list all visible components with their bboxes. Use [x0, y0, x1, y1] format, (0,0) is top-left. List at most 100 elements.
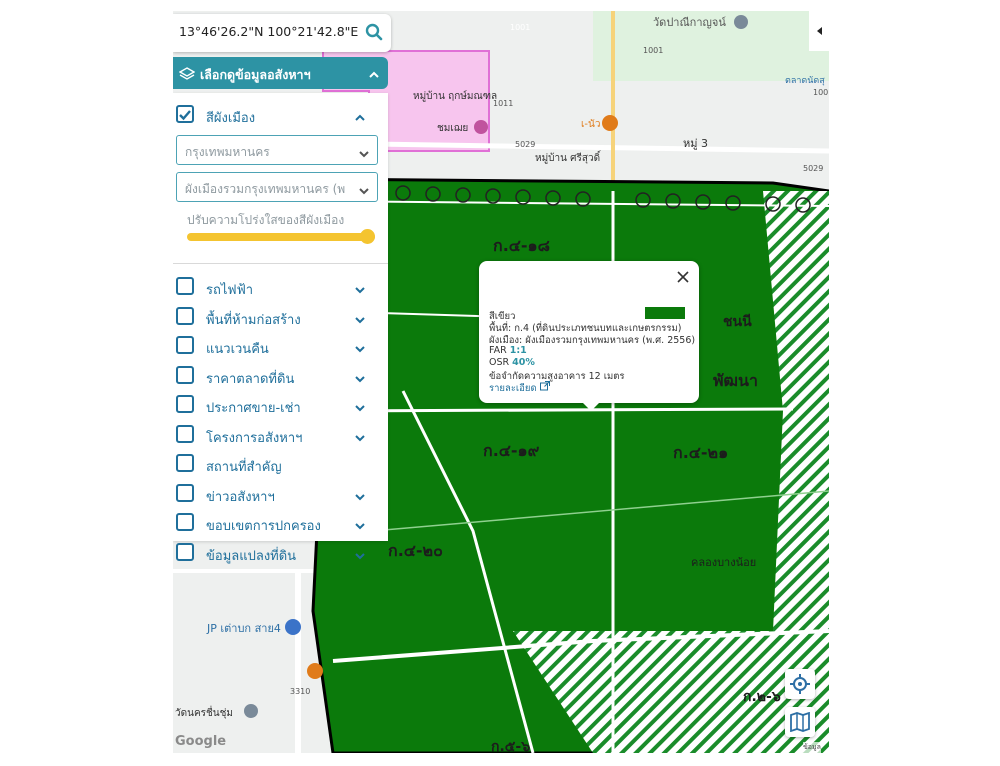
- close-icon[interactable]: [677, 271, 689, 286]
- restaurant-pin-icon[interactable]: [307, 663, 323, 679]
- chevron-down-icon[interactable]: [354, 281, 366, 300]
- map-label-road-name: พัฒนา: [713, 371, 758, 390]
- zone-info-popup: สีเขียว พื้นที่: ก.4 (ที่ดินประเภทชนบทแล…: [479, 261, 699, 411]
- external-link-icon: [539, 381, 550, 391]
- layer-row[interactable]: ราคาตลาดที่ดิน: [176, 365, 376, 389]
- chevron-down-icon: [358, 145, 370, 164]
- chevron-down-icon[interactable]: [354, 547, 366, 566]
- layer-label: ขอบเขตการปกครอง: [206, 519, 321, 534]
- map-label-road: 5029: [803, 164, 823, 173]
- map-label-road: 1001: [813, 88, 829, 97]
- layers-icon: [178, 66, 196, 85]
- layer-label: แนวเวนคืน: [206, 342, 269, 357]
- opacity-slider[interactable]: [187, 229, 375, 244]
- layer-panel-body: สีผังเมือง กรุงเทพมหานคร ผังเมืองรวมกรุง…: [173, 93, 388, 564]
- opacity-slider-handle[interactable]: [360, 229, 375, 244]
- details-link[interactable]: รายละเอียด: [489, 381, 550, 396]
- plan-select-value: ผังเมืองรวมกรุงเทพมหานคร (พ: [185, 182, 346, 196]
- layer-label: รถไฟฟ้า: [206, 283, 254, 298]
- layer-row[interactable]: พื้นที่ห้ามก่อสร้าง: [176, 306, 376, 330]
- layer-label: ประกาศขาย-เช่า: [206, 401, 301, 416]
- map-label-road: 1001: [643, 46, 663, 55]
- layer-checkbox[interactable]: [176, 513, 194, 531]
- map-attribution[interactable]: ข้อมูล: [803, 742, 821, 753]
- layer-label: ราคาตลาดที่ดิน: [206, 371, 295, 387]
- chevron-down-icon[interactable]: [354, 517, 366, 536]
- basemap-button[interactable]: [785, 707, 815, 737]
- collapse-panel-button[interactable]: [809, 11, 829, 51]
- caret-left-icon: [817, 27, 822, 35]
- map-label-moo3: หมู่ 3: [683, 137, 708, 150]
- panel-divider: [173, 263, 388, 264]
- chevron-up-icon[interactable]: [354, 109, 366, 128]
- chevron-down-icon[interactable]: [354, 311, 366, 330]
- layer-label: โครงการอสังหาฯ: [206, 430, 303, 446]
- zone-label: ก.๔-๒๑: [673, 443, 728, 462]
- color-plan-checkbox[interactable]: [176, 105, 194, 123]
- chevron-down-icon[interactable]: [354, 429, 366, 448]
- map-viewport[interactable]: วัดปาณีกาญจน์ 1001 1001 1001 1011 5029 5…: [173, 11, 829, 753]
- plan-select[interactable]: ผังเมืองรวมกรุงเทพมหานคร (พ: [176, 172, 378, 202]
- layer-row[interactable]: รถไฟฟ้า: [176, 277, 376, 299]
- layer-row[interactable]: ข่าวอสังหาฯ: [176, 483, 376, 507]
- map-label-road: 5029: [515, 140, 535, 149]
- opacity-label: ปรับความโปร่งใสของสีผังเมือง: [187, 213, 345, 227]
- chevron-down-icon[interactable]: [354, 399, 366, 418]
- map-label-khlong: คลองบางน้อย: [691, 556, 756, 569]
- layer-checkbox[interactable]: [176, 424, 194, 443]
- map-label-village: หมู่บ้าน ศรีสุวดิ์: [535, 150, 602, 164]
- zone-label: ก.๔-๒๐: [388, 541, 443, 560]
- zone-label: ก.๔-๑๘: [493, 236, 550, 255]
- chevron-down-icon[interactable]: [354, 340, 366, 359]
- layer-row[interactable]: ประกาศขาย-เช่า: [176, 395, 376, 417]
- map-label-shop: เ-นัว: [581, 119, 600, 130]
- layer-checkbox[interactable]: [176, 277, 194, 295]
- restaurant-pin-icon[interactable]: [602, 115, 618, 131]
- chevron-down-icon: [358, 182, 370, 201]
- shop-pin-icon[interactable]: [474, 120, 488, 134]
- checkmark-icon: [179, 110, 191, 121]
- layer-row[interactable]: สถานที่สำคัญ: [176, 454, 376, 476]
- shopping-pin-icon[interactable]: [285, 619, 301, 635]
- chevron-down-icon[interactable]: [354, 370, 366, 389]
- map-icon: [790, 712, 810, 732]
- province-select-value: กรุงเทพมหานคร: [185, 145, 270, 159]
- layer-checkbox[interactable]: [176, 336, 194, 354]
- map-label-wat: วัดนครชื่นชุ่ม: [175, 705, 233, 719]
- zone-far: FAR 1:1: [489, 345, 527, 356]
- layer-panel: เลือกดูข้อมูลอสังหาฯ สีผังเมือง กรุงเทพม…: [173, 57, 388, 564]
- layer-row[interactable]: แนวเวนคืน: [176, 336, 376, 358]
- temple-pin-icon[interactable]: [244, 704, 258, 718]
- layer-checkbox[interactable]: [176, 542, 194, 561]
- layer-checkbox[interactable]: [176, 483, 194, 502]
- map-label-jp: JP เต่าบก สาย4: [206, 622, 281, 635]
- layer-checkbox[interactable]: [176, 365, 194, 384]
- layer-panel-header[interactable]: เลือกดูข้อมูลอสังหาฯ: [173, 57, 388, 89]
- layer-label: ข่าวอสังหาฯ: [206, 489, 275, 505]
- coordinate-search-box: [173, 14, 391, 52]
- layer-checkbox[interactable]: [176, 454, 194, 472]
- zone-label: ก.๕-๖: [491, 739, 530, 753]
- locate-button[interactable]: [785, 669, 815, 699]
- layer-label: ข้อมูลแปลงที่ดิน: [206, 548, 297, 564]
- far-label: FAR: [489, 345, 507, 356]
- chevron-down-icon[interactable]: [354, 488, 366, 507]
- layer-label: พื้นที่ห้ามก่อสร้าง: [206, 312, 301, 328]
- search-icon[interactable]: [365, 23, 383, 45]
- layer-row[interactable]: โครงการอสังหาฯ: [176, 424, 376, 448]
- layer-color-plan[interactable]: สีผังเมือง: [176, 105, 376, 127]
- coordinate-search-input[interactable]: [177, 23, 361, 40]
- color-plan-label: สีผังเมือง: [206, 111, 256, 126]
- province-select[interactable]: กรุงเทพมหานคร: [176, 135, 378, 165]
- crosshair-icon: [790, 674, 810, 694]
- chevron-up-icon[interactable]: [368, 66, 380, 85]
- zone-osr: OSR 40%: [489, 357, 535, 368]
- layer-checkbox[interactable]: [176, 395, 194, 413]
- far-value: 1:1: [509, 345, 527, 356]
- temple-pin-icon[interactable]: [734, 15, 748, 29]
- zone-color-swatch: [645, 307, 685, 319]
- layer-row[interactable]: ขอบเขตการปกครอง: [176, 513, 376, 535]
- layer-row[interactable]: ข้อมูลแปลงที่ดิน: [176, 542, 376, 566]
- layer-checkbox[interactable]: [176, 306, 194, 325]
- google-logo: Google: [175, 734, 227, 749]
